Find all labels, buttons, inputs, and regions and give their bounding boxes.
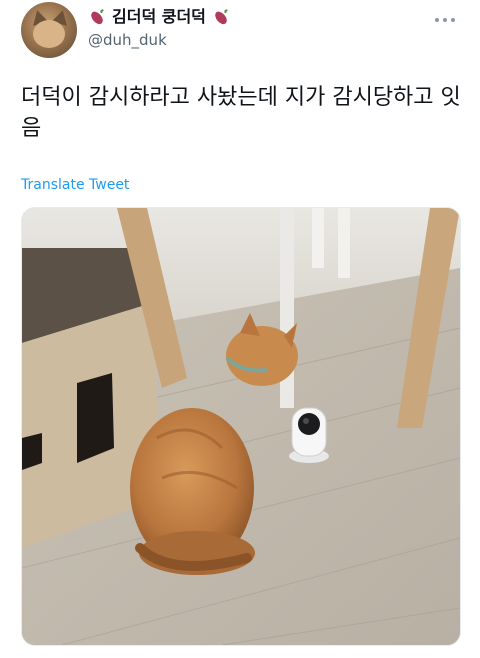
tweet-author: 김더덕 쿵더덕 @duh_duk [88, 6, 230, 50]
user-handle[interactable]: @duh_duk [88, 30, 230, 50]
dots-icon [435, 18, 455, 22]
translate-tweet-link[interactable]: Translate Tweet [21, 177, 129, 193]
tweet-text: 더덕이 감시하라고 사놨는데 지가 감시당하고 잇음 [21, 85, 461, 141]
display-name: 김더덕 쿵더덕 [112, 7, 206, 26]
sweet-potato-icon [215, 9, 228, 25]
cat-tower-hole [77, 373, 114, 463]
tweet-photo[interactable] [21, 207, 461, 646]
chair-leg [312, 208, 324, 268]
cat-camera-photo [22, 208, 460, 645]
avatar[interactable] [21, 2, 77, 58]
chair-leg [338, 208, 350, 278]
security-camera [289, 407, 329, 463]
more-options-icon[interactable] [432, 10, 458, 30]
sweet-potato-icon [91, 9, 104, 25]
display-name-row[interactable]: 김더덕 쿵더덕 [88, 6, 230, 28]
avatar-cat-face [33, 20, 65, 48]
